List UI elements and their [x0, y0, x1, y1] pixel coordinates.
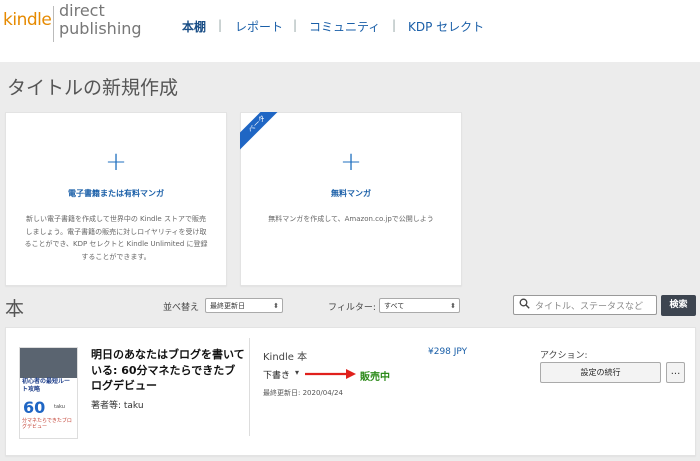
book-author: 著者等: taku	[91, 401, 144, 411]
cover-tagline: 分マネたらできたブログデビュー	[22, 418, 72, 430]
beta-ribbon-label: ベータ	[240, 112, 284, 153]
cover-author-tag: taku	[54, 404, 65, 410]
format-label: Kindle 本	[263, 352, 308, 363]
last-updated: 最終更新日: 2020/04/24	[263, 389, 343, 397]
draft-status[interactable]: 下書き	[263, 368, 290, 381]
cover-top-text: 初心者の最短ルート攻略	[22, 378, 71, 393]
logo-divider	[53, 6, 54, 42]
filter-label: フィルター:	[328, 303, 376, 313]
column-divider	[249, 338, 250, 436]
ebook-card-title[interactable]: 電子書籍または有料マンガ	[6, 188, 226, 199]
ebook-desc-line: することができます。	[81, 252, 151, 261]
nav-kdp-select[interactable]: KDP セレクト	[408, 18, 484, 35]
nav-separator: |	[392, 18, 397, 32]
plus-icon: +	[105, 147, 127, 177]
select-arrows-icon: ⬍	[450, 302, 456, 310]
search-icon	[519, 298, 530, 312]
ebook-card[interactable]: + 電子書籍または有料マンガ 新しい電子書籍を作成して世界中の Kindle ス…	[5, 112, 227, 286]
logo-direct-text: direct	[59, 1, 105, 20]
ebook-card-desc: 新しい電子書籍を作成して世界中の Kindle ストアで販売 しましょう。電子書…	[6, 213, 226, 263]
caret-down-icon[interactable]: ▾	[295, 368, 299, 377]
beta-ribbon: ベータ	[240, 112, 284, 156]
red-arrow-icon	[303, 366, 357, 385]
book-price[interactable]: ¥298 JPY	[428, 347, 467, 357]
continue-setup-button[interactable]: 設定の続行	[540, 362, 661, 383]
more-actions-button[interactable]: ...	[666, 362, 685, 383]
book-title[interactable]: 明日のあなたはブログを書いている: 60分マネたらできたブログデビュー	[91, 347, 246, 394]
search-placeholder: タイトル、ステータスなど	[535, 302, 644, 312]
nav-separator: |	[293, 18, 298, 32]
nav-separator: |	[218, 18, 223, 32]
nav-bookshelf[interactable]: 本棚	[182, 18, 206, 35]
create-title-heading: タイトルの新規作成	[7, 77, 179, 99]
books-heading: 本	[5, 298, 25, 320]
search-button[interactable]: 検索	[661, 295, 696, 316]
free-manga-card-desc: 無料マンガを作成して、Amazon.co.jpで公開しよう	[268, 215, 434, 223]
sale-status: 販売中	[360, 372, 390, 383]
ebook-desc-line: ることができ、KDP セレクトと Kindle Unlimited に登録	[24, 240, 208, 248]
nav-community[interactable]: コミュニティ	[309, 18, 380, 35]
logo-kindle-text: kindle	[3, 10, 52, 30]
free-manga-card-title[interactable]: 無料マンガ	[241, 188, 461, 199]
sort-select-value: 最終更新日	[210, 302, 245, 310]
ebook-desc-line: 新しい電子書籍を作成して世界中の Kindle ストアで販売	[26, 215, 206, 223]
cover-big-number: 60	[23, 398, 46, 417]
cover-photo	[20, 348, 77, 378]
actions-label: アクション:	[540, 351, 588, 361]
filter-select[interactable]: すべて ⬍	[379, 298, 460, 313]
ebook-desc-line: しましょう。電子書籍の販売に対しロイヤリティを受け取	[25, 227, 207, 236]
search-input[interactable]: タイトル、ステータスなど	[513, 295, 657, 315]
sort-select[interactable]: 最終更新日 ⬍	[205, 298, 283, 313]
nav-reports[interactable]: レポート	[235, 18, 283, 35]
filter-select-value: すべて	[384, 302, 405, 310]
sort-label: 並べ替え	[163, 303, 200, 313]
logo-publishing-text: publishing	[59, 19, 142, 38]
select-arrows-icon: ⬍	[273, 302, 279, 310]
book-cover-image[interactable]: 初心者の最短ルート攻略 60 分マネたらできたブログデビュー taku	[19, 347, 78, 439]
